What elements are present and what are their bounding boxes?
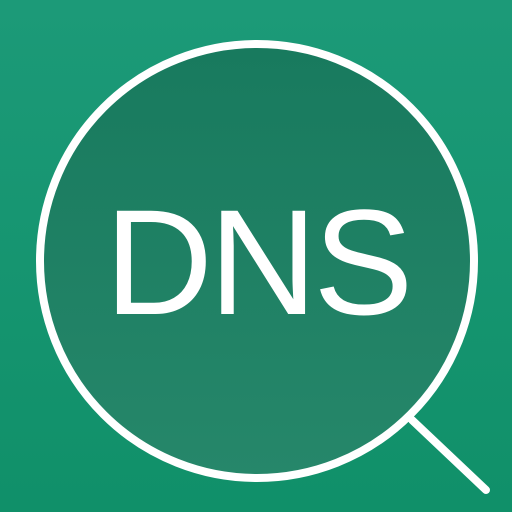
magnifying-glass-icon: DNS: [36, 40, 490, 494]
magnifier-handle: [408, 416, 490, 494]
dns-label: DNS: [105, 178, 410, 346]
app-icon[interactable]: DNS: [0, 0, 512, 512]
